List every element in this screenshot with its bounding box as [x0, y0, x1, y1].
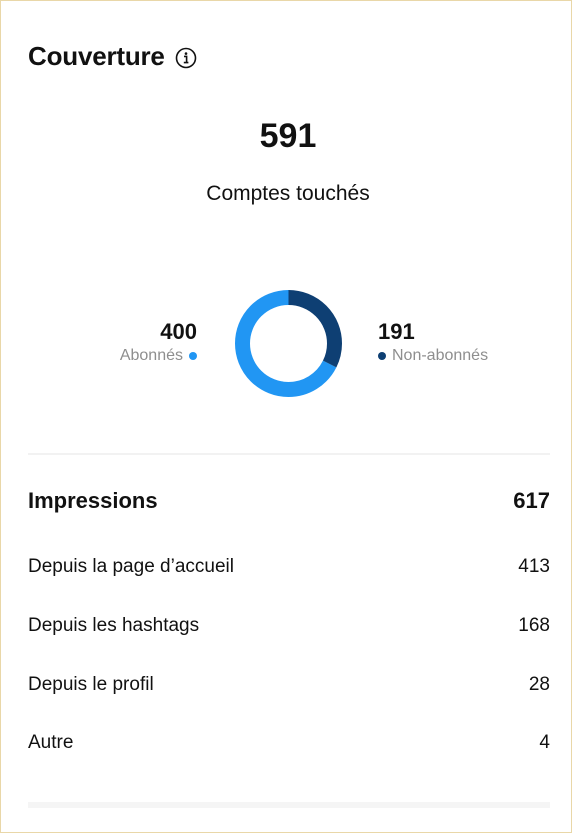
impressions-row: Depuis les hashtags 168: [28, 615, 550, 637]
followers-value: 400: [160, 319, 197, 344]
impressions-label: Impressions: [28, 488, 158, 513]
impressions-row-label: Depuis le profil: [28, 674, 154, 695]
info-circle-icon[interactable]: [175, 47, 197, 69]
impressions-row-label: Depuis les hashtags: [28, 615, 200, 636]
impressions-row-value: 168: [518, 615, 550, 636]
card-header: Couverture: [28, 41, 197, 72]
non-followers-stat: 191 Non-abonnés: [378, 319, 488, 367]
impressions-header: Impressions 617: [28, 488, 550, 514]
non-followers-legend-dot: [378, 352, 386, 360]
bottom-separator: [28, 802, 550, 808]
followers-legend-dot: [189, 352, 197, 360]
non-followers-label: Non-abonnés: [392, 347, 489, 364]
impressions-row: Autre 4: [28, 732, 550, 754]
reach-card: Couverture 591 Comptes touchés 400 Abonn…: [0, 0, 572, 833]
card-title: Couverture: [28, 41, 165, 71]
impressions-row-value: 413: [518, 556, 550, 577]
impressions-row-value: 4: [539, 732, 550, 753]
non-followers-value: 191: [378, 319, 415, 344]
impressions-total: 617: [513, 488, 550, 513]
impressions-row-label: Depuis la page d’accueil: [28, 556, 234, 577]
followers-stat: 400 Abonnés: [120, 319, 197, 367]
reach-donut-chart: [235, 290, 342, 397]
impressions-row: Depuis le profil 28: [28, 674, 550, 696]
impressions-row-value: 28: [528, 674, 550, 695]
accounts-reached-value: 591: [259, 117, 317, 155]
accounts-reached-label: Comptes touchés: [206, 182, 370, 205]
impressions-row: Depuis la page d’accueil 413: [28, 556, 550, 578]
followers-label: Abonnés: [119, 347, 183, 364]
section-divider: [28, 453, 550, 455]
impressions-row-label: Autre: [28, 732, 74, 753]
